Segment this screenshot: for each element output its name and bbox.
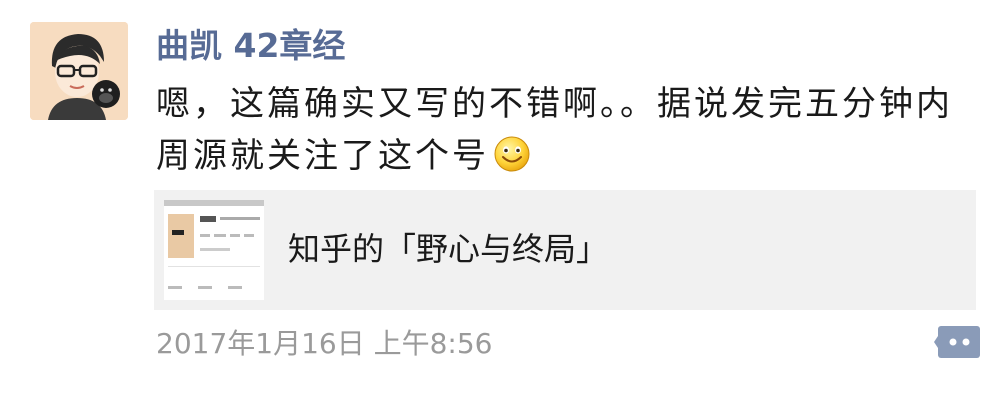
comment-dots-icon[interactable] [934, 324, 980, 360]
moment-post: 曲凯 42章经 嗯，这篇确实又写的不错啊。。据说发完五分钟内周源就关注了这个号 [0, 0, 1006, 400]
post-timestamp: 2017年1月16日 上午8:56 [156, 327, 493, 360]
post-text: 嗯，这篇确实又写的不错啊。。据说发完五分钟内周源就关注了这个号 [156, 78, 986, 182]
avatar[interactable] [30, 22, 128, 120]
post-text-content: 嗯，这篇确实又写的不错啊。。据说发完五分钟内周源就关注了这个号 [156, 84, 953, 176]
author-name[interactable]: 曲凯 42章经 [156, 22, 345, 70]
article-thumbnail-icon [164, 200, 264, 300]
avatar-illustration-icon [30, 22, 128, 120]
shared-link-card[interactable]: 知乎的「野心与终局」 [154, 190, 976, 310]
link-card-title: 知乎的「野心与终局」 [288, 230, 609, 268]
smiley-emoji-icon [494, 136, 530, 172]
